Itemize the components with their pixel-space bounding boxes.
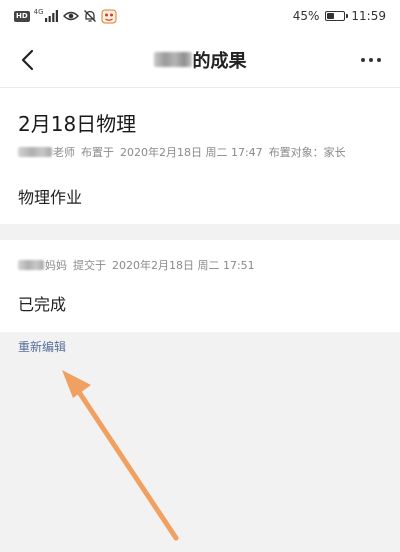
- submitted-label: 提交于: [73, 259, 106, 272]
- status-right: 45% 11:59: [293, 8, 386, 24]
- page-title: 的成果: [0, 32, 400, 87]
- submission-card: 妈妈 提交于 2020年2月18日 周二 17:51 已完成: [0, 240, 400, 332]
- assign-target: 布置对象：家长: [268, 146, 346, 159]
- annotation-arrow-shaft: [72, 383, 179, 541]
- assignment-card: 2月18日物理 老师 布置于 2020年2月18日 周二 17:47 布置对象：…: [0, 88, 400, 224]
- blurred-submitter-name: [18, 260, 44, 270]
- network-type-label: 4G: [33, 8, 44, 16]
- submitter-role: 妈妈: [45, 259, 67, 272]
- status-bar: HD 4G 45% 11:59: [0, 0, 400, 32]
- annotation-arrow-head: [62, 370, 91, 398]
- page-title-text: 的成果: [192, 50, 247, 72]
- more-dots-icon: [361, 58, 365, 62]
- app-notification-icon: [101, 9, 117, 23]
- assigned-time: 2020年2月18日 周二 17:47: [120, 146, 263, 159]
- status-left-icons: HD 4G: [14, 8, 117, 24]
- author-role: 老师: [53, 146, 75, 159]
- assignment-title: 2月18日物理: [18, 112, 137, 136]
- hd-badge: HD: [14, 10, 30, 22]
- submitted-time: 2020年2月18日 周二 17:51: [112, 259, 255, 272]
- eye-icon: [62, 11, 79, 21]
- assigned-label: 布置于: [81, 146, 114, 159]
- assignment-content: 物理作业: [18, 188, 83, 207]
- submission-content: 已完成: [18, 295, 67, 314]
- reedit-button[interactable]: 重新编辑: [18, 338, 66, 355]
- submission-meta: 妈妈 提交于 2020年2月18日 周二 17:51: [18, 257, 255, 273]
- bell-muted-icon: [83, 10, 96, 22]
- battery-percent: 45%: [292, 9, 320, 23]
- more-options-button[interactable]: [356, 48, 386, 72]
- assignment-meta: 老师 布置于 2020年2月18日 周二 17:47 布置对象：家长: [18, 144, 346, 160]
- signal-icon: [44, 10, 58, 22]
- nav-bar: 的成果: [0, 32, 400, 88]
- blurred-teacher-name: [18, 147, 52, 157]
- blurred-student-name: [153, 52, 192, 67]
- status-time: 11:59: [351, 9, 386, 23]
- battery-icon: [325, 11, 349, 21]
